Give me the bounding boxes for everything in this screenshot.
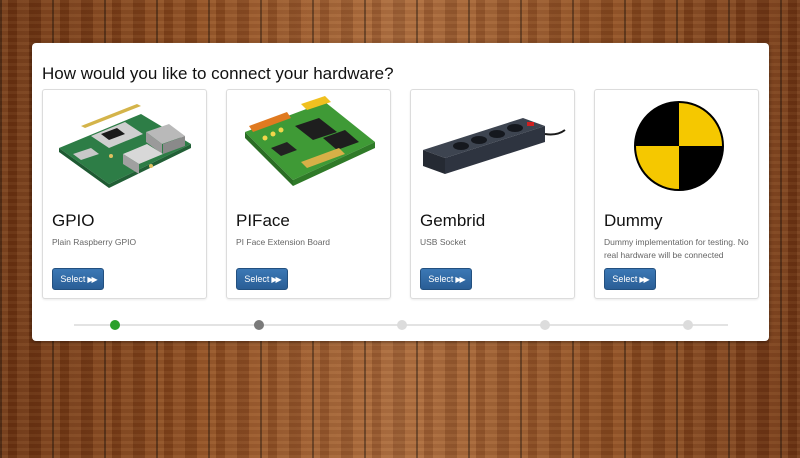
- step-1[interactable]: [110, 320, 120, 330]
- card-title: Gembrid: [420, 211, 486, 230]
- select-piface-button[interactable]: Select ▶▶: [236, 268, 288, 290]
- button-label: Select: [244, 274, 270, 284]
- piface-board-icon: [235, 96, 383, 196]
- button-label: Select: [612, 274, 638, 284]
- card-gembrid: Gembrid USB Socket Select ▶▶: [410, 89, 575, 299]
- card-description: PI Face Extension Board: [236, 237, 331, 247]
- button-label: Select: [60, 274, 86, 284]
- power-strip-icon: [419, 96, 567, 196]
- card-title: GPIO: [52, 211, 95, 230]
- select-dummy-button[interactable]: Select ▶▶: [604, 268, 656, 290]
- select-gembrid-button[interactable]: Select ▶▶: [420, 268, 472, 290]
- button-label: Select: [428, 274, 454, 284]
- card-dummy: Dummy Dummy implementation for testing. …: [594, 89, 759, 299]
- fast-forward-icon: ▶▶: [639, 274, 649, 284]
- step-3[interactable]: [397, 320, 407, 330]
- card-piface: PIFace PI Face Extension Board Select ▶▶: [226, 89, 391, 299]
- step-2[interactable]: [254, 320, 264, 330]
- hardware-options: GPIO Plain Raspberry GPIO Select ▶▶ PIFa…: [42, 89, 760, 299]
- fast-forward-icon: ▶▶: [271, 274, 281, 284]
- card-description: Plain Raspberry GPIO: [52, 237, 137, 247]
- test-target-icon: [603, 96, 751, 196]
- select-gpio-button[interactable]: Select ▶▶: [52, 268, 104, 290]
- step-5[interactable]: [683, 320, 693, 330]
- card-gpio: GPIO Plain Raspberry GPIO Select ▶▶: [42, 89, 207, 299]
- fast-forward-icon: ▶▶: [455, 274, 465, 284]
- card-title: Dummy: [604, 211, 663, 230]
- card-description: USB Socket: [420, 237, 466, 247]
- card-title: PIFace: [236, 211, 290, 230]
- progress-stepper: [74, 320, 728, 330]
- card-description: Dummy implementation for testing. No rea…: [604, 237, 749, 260]
- page-title: How would you like to connect your hardw…: [42, 64, 394, 83]
- step-4[interactable]: [540, 320, 550, 330]
- raspberry-pi-board-icon: [51, 96, 199, 196]
- fast-forward-icon: ▶▶: [87, 274, 97, 284]
- wizard-panel: How would you like to connect your hardw…: [32, 43, 769, 341]
